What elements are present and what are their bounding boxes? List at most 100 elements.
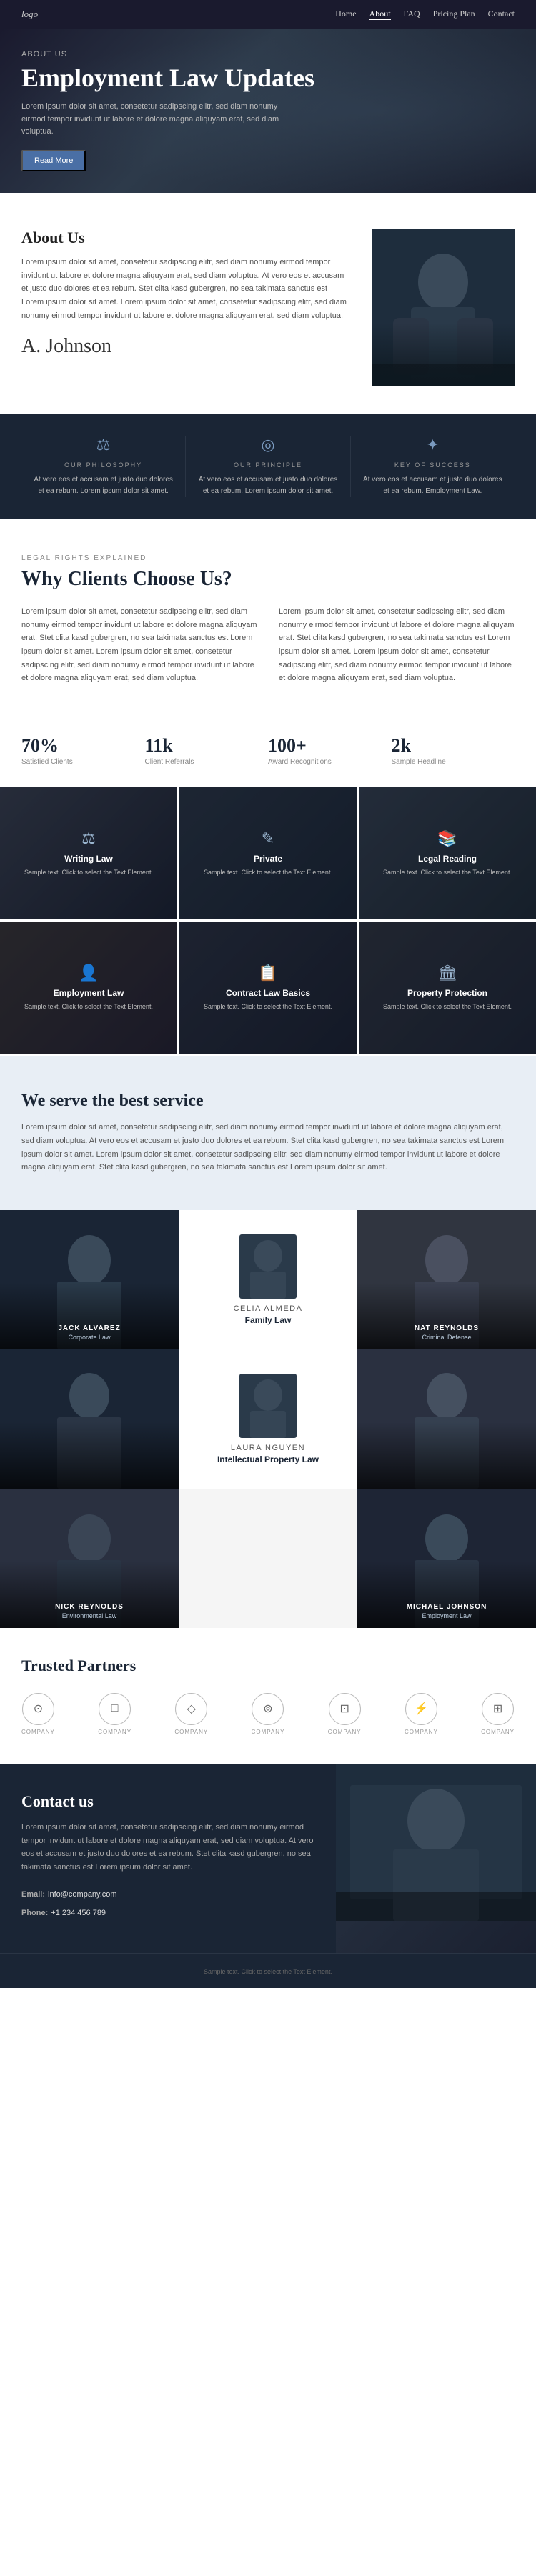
service-card-3[interactable]: 👤 Employment Law Sample text. Click to s… [0,922,177,1054]
best-service-heading: We serve the best service [21,1092,515,1111]
team-card-michael[interactable]: MICHAEL JOHNSON Employment Law [357,1489,536,1628]
partners-heading: Trusted Partners [21,1657,515,1675]
nav-contact[interactable]: Contact [488,9,515,20]
team-card-right-2[interactable] [357,1349,536,1489]
contact-section: Contact us Lorem ipsum dolor sit amet, c… [0,1764,536,1953]
contact-email-value[interactable]: info@company.com [48,1890,117,1899]
footer: Sample text. Click to select the Text El… [0,1953,536,1988]
service-title-0: Writing Law [64,854,113,864]
stat-label-0: Satisfied Clients [21,758,145,766]
team-center-celia: CELIA ALMEDA Family Law [179,1210,357,1349]
service-icon-0: ⚖ [81,829,96,848]
team-card-nick[interactable]: NICK REYNOLDS Environmental Law [0,1489,179,1628]
service-sample-2: Sample text. Click to select the Text El… [383,868,512,878]
philosophy-label-1: OUR PRINCIPLE [197,461,339,469]
nav-links: Home About FAQ Pricing Plan Contact [335,9,515,20]
service-icon-3: 👤 [79,964,98,982]
service-card-5[interactable]: 🏛 Property Protection Sample text. Click… [359,922,536,1054]
stat-number-1: 11k [145,735,269,757]
hero-content: ABOUT US Employment Law Updates Lorem ip… [21,50,515,171]
service-card-2[interactable]: 📚 Legal Reading Sample text. Click to se… [359,787,536,919]
stat-label-1: Client Referrals [145,758,269,766]
service-title-1: Private [254,854,282,864]
contact-phone-value[interactable]: +1 234 456 789 [51,1909,106,1917]
philosophy-icon-2: ✦ [362,436,504,454]
team-row-3: NICK REYNOLDS Environmental Law MICHAEL … [0,1489,536,1628]
philosophy-item-0: ⚖ OUR PHILOSOPHY At vero eos et accusam … [21,436,185,497]
partner-label-5: COMPANY [405,1729,438,1735]
partner-0[interactable]: ⊙ COMPANY [21,1693,55,1735]
service-title-4: Contract Law Basics [226,988,310,998]
partner-1[interactable]: □ COMPANY [98,1693,131,1735]
partner-3[interactable]: ⊚ COMPANY [252,1693,285,1735]
nav-about[interactable]: About [369,9,391,20]
partner-label-2: COMPANY [174,1729,208,1735]
partner-4[interactable]: ⊡ COMPANY [328,1693,362,1735]
contact-left: Contact us Lorem ipsum dolor sit amet, c… [0,1764,336,1953]
service-sample-5: Sample text. Click to select the Text El… [383,1002,512,1012]
service-card-0[interactable]: ⚖ Writing Law Sample text. Click to sele… [0,787,177,919]
nav-home[interactable]: Home [335,9,356,20]
service-sample-4: Sample text. Click to select the Text El… [204,1002,332,1012]
philosophy-text-1: At vero eos et accusam et justo duo dolo… [197,474,339,497]
service-title-5: Property Protection [407,988,487,998]
team-row-1: JACK ALVAREZ Corporate Law CELIA ALMEDA … [0,1210,536,1349]
navigation: logo Home About FAQ Pricing Plan Contact [0,0,536,29]
partner-5[interactable]: ⚡ COMPANY [405,1693,438,1735]
team-name-nick: NICK REYNOLDS [0,1603,179,1611]
service-card-4[interactable]: 📋 Contract Law Basics Sample text. Click… [179,922,357,1054]
about-section: About Us Lorem ipsum dolor sit amet, con… [0,193,536,414]
hero-title: Employment Law Updates [21,64,515,93]
stat-1: 11k Client Referrals [145,735,269,766]
service-icon-1: ✎ [262,829,274,848]
service-icon-4: 📋 [258,964,277,982]
nav-faq[interactable]: FAQ [404,9,420,20]
contact-email-label: Email: [21,1890,45,1899]
partner-icon-2: ◇ [175,1693,207,1725]
philosophy-icon-1: ◎ [197,436,339,454]
team-role-michael: Employment Law [357,1612,536,1619]
partner-label-1: COMPANY [98,1729,131,1735]
team-role-jack: Corporate Law [0,1334,179,1341]
nav-pricing[interactable]: Pricing Plan [433,9,475,20]
team-center-role-laura: Intellectual Property Law [217,1454,319,1464]
service-sample-0: Sample text. Click to select the Text El… [24,868,153,878]
partner-6[interactable]: ⊞ COMPANY [481,1693,515,1735]
about-image [372,229,515,386]
why-section: LEGAL RIGHTS EXPLAINED Why Clients Choos… [0,519,536,728]
team-role-nat: Criminal Defense [357,1334,536,1341]
partner-label-6: COMPANY [481,1729,515,1735]
about-body: Lorem ipsum dolor sit amet, consetetur s… [21,256,350,322]
service-sample-3: Sample text. Click to select the Text El… [24,1002,153,1012]
best-service-section: We serve the best service Lorem ipsum do… [0,1056,536,1210]
partner-icon-4: ⊡ [329,1693,361,1725]
partner-icon-1: □ [99,1693,131,1725]
partner-label-3: COMPANY [252,1729,285,1735]
stat-number-0: 70% [21,735,145,757]
hero-about-label: ABOUT US [21,50,515,59]
philosophy-icon-0: ⚖ [32,436,174,454]
service-card-1[interactable]: ✎ Private Sample text. Click to select t… [179,787,357,919]
contact-phone-field: Phone: +1 234 456 789 [21,1906,314,1919]
why-col2: Lorem ipsum dolor sit amet, consetetur s… [279,605,515,685]
partner-2[interactable]: ◇ COMPANY [174,1693,208,1735]
footer-sample-text[interactable]: Sample text. Click to select the Text El… [204,1968,332,1975]
stat-3: 2k Sample Headline [392,735,515,766]
service-icon-2: 📚 [437,829,457,848]
philosophy-bar: ⚖ OUR PHILOSOPHY At vero eos et accusam … [0,414,536,519]
team-card-left-2[interactable] [0,1349,179,1489]
partner-icon-5: ⚡ [405,1693,437,1725]
team-card-right-1[interactable]: NAT REYNOLDS Criminal Defense [357,1210,536,1349]
best-service-text: Lorem ipsum dolor sit amet, consetetur s… [21,1121,515,1174]
service-sample-1: Sample text. Click to select the Text El… [204,868,332,878]
team-row-2: LAURA NGUYEN Intellectual Property Law [0,1349,536,1489]
about-heading: About Us [21,229,350,247]
team-card-left-1[interactable]: JACK ALVAREZ Corporate Law [0,1210,179,1349]
partner-label-4: COMPANY [328,1729,362,1735]
stat-2: 100+ Award Recognitions [268,735,392,766]
why-col1: Lorem ipsum dolor sit amet, consetetur s… [21,605,257,685]
hero-read-more-button[interactable]: Read More [21,150,86,171]
team-name-michael: MICHAEL JOHNSON [357,1603,536,1611]
partners-section: Trusted Partners ⊙ COMPANY □ COMPANY ◇ C… [0,1628,536,1764]
partner-icon-6: ⊞ [482,1693,514,1725]
